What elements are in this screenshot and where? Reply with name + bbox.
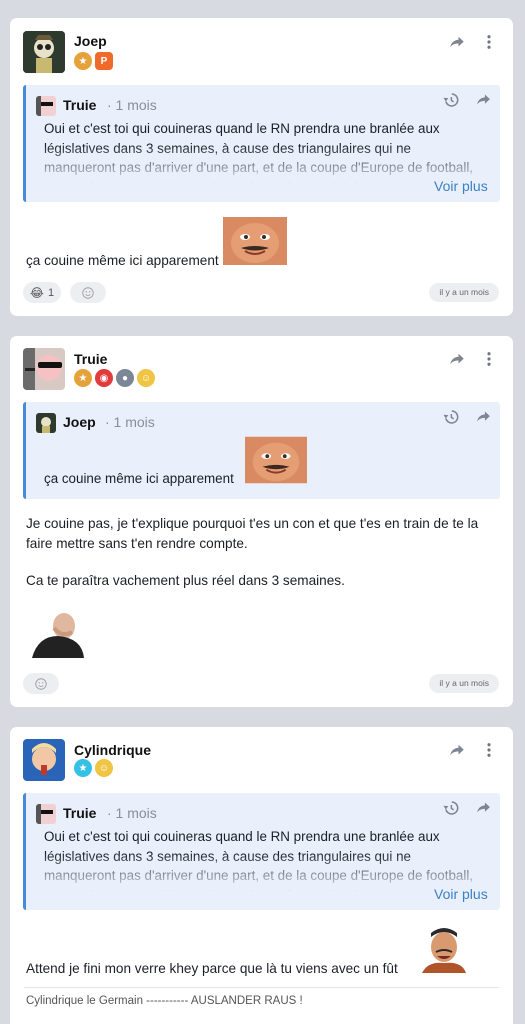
star-badge-icon: ★ [74,52,92,70]
signature-divider [24,987,499,988]
history-icon[interactable] [442,91,460,109]
username[interactable]: Cylindrique [74,742,151,758]
share-icon[interactable] [448,33,466,51]
add-reaction-button[interactable] [70,282,106,303]
share-icon[interactable] [475,91,492,108]
username[interactable]: Joep [74,33,107,49]
badges: ★ ☺ [74,759,113,777]
smiley-icon [81,286,95,300]
share-icon[interactable] [448,350,466,368]
message-text: Attend je fini mon verre khey parce que … [26,961,398,976]
blue-badge-icon: ★ [74,759,92,777]
quote-avatar [36,804,56,824]
voir-plus-link[interactable]: Voir plus [434,178,488,194]
more-icon[interactable] [480,350,498,368]
username[interactable]: Truie [74,351,107,367]
sticker-image [223,217,287,265]
share-icon[interactable] [448,741,466,759]
quote-fade [26,853,500,893]
quote-avatar [36,96,56,116]
quote-avatar [36,413,56,433]
quote-time: · 1 mois [107,805,157,821]
gray-badge-icon: ● [116,369,134,387]
message-text: Je couine pas, je t'explique pourquoi t'… [26,516,479,551]
avatar[interactable] [23,739,65,781]
signature: Cylindrique le Germain ----------- AUSLA… [26,995,303,1007]
quote-time: · 1 mois [107,97,157,113]
sticker-image [418,925,470,973]
more-icon[interactable] [480,33,498,51]
badges: ★ ◉ ● ☺ [74,369,155,387]
message-text: ça couine même ici apparement [26,253,219,268]
yellow-badge-icon: ☺ [95,759,113,777]
history-icon[interactable] [442,408,460,426]
quoted-message: Truie · 1 mois Oui et c'est toi qui coui… [23,793,500,910]
history-icon[interactable] [442,799,460,817]
star-badge-icon: ★ [74,369,92,387]
quote-author[interactable]: Truie [63,97,96,113]
share-icon[interactable] [475,799,492,816]
avatar[interactable] [23,348,65,390]
post-card: Joep ★ P Truie · 1 mois Oui et c'est toi… [10,18,513,316]
yellow-badge-icon: ☺ [137,369,155,387]
post-card: Truie ★ ◉ ● ☺ Joep · 1 mois ça couine mê… [10,336,513,707]
quoted-message: Truie · 1 mois Oui et c'est toi qui coui… [23,85,500,202]
quoted-message: Joep · 1 mois ça couine même ici apparem… [23,402,500,499]
add-reaction-button[interactable] [23,673,59,694]
p-badge-icon: P [95,52,113,70]
quote-fade [26,145,500,185]
quote-author[interactable]: Truie [63,805,96,821]
message-text: Ca te paraîtra vachement plus réel dans … [26,573,345,588]
timestamp: il y a un mois [429,283,499,302]
share-icon[interactable] [475,408,492,425]
quote-author[interactable]: Joep [63,414,96,430]
sticker-image [24,608,86,658]
quote-text: ça couine même ici apparement [44,471,234,486]
red-badge-icon: ◉ [95,369,113,387]
sticker-image [245,436,307,484]
reaction-count: 1 [47,286,55,299]
badges: ★ P [74,52,113,70]
avatar[interactable] [23,31,65,73]
quote-time: · 1 mois [105,414,155,430]
smiley-icon [34,677,48,691]
post-card: Cylindrique ★ ☺ Truie · 1 mois Oui et c'… [10,727,513,1024]
laughing-emoji-icon: 😂 [29,285,44,300]
voir-plus-link[interactable]: Voir plus [434,886,488,902]
more-icon[interactable] [480,741,498,759]
reaction-laugh[interactable]: 😂 1 [23,282,61,303]
timestamp: il y a un mois [429,674,499,693]
